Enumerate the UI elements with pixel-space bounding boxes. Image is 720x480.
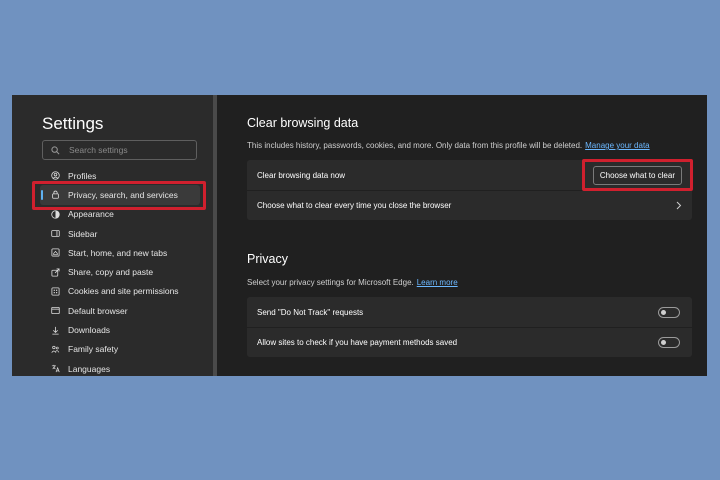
choose-clear-highlight-box	[582, 159, 693, 191]
privacy-heading: Privacy	[247, 252, 288, 266]
privacy-description: Select your privacy settings for Microso…	[247, 278, 458, 287]
clear-browsing-data-heading: Clear browsing data	[247, 116, 359, 130]
cookies-icon	[51, 287, 60, 296]
clear-data-description: This includes history, passwords, cookie…	[247, 141, 650, 150]
profile-icon	[51, 171, 60, 180]
sidebar-item-label: Appearance	[68, 209, 114, 220]
sidebar-item-label: Sidebar	[68, 228, 98, 239]
sidebar-icon	[51, 230, 60, 237]
sidebar-item-sidebar[interactable]: Sidebar	[40, 224, 200, 243]
clear-on-close-row[interactable]: Choose what to clear every time you clos…	[247, 190, 692, 220]
privacy-highlight-box	[32, 181, 206, 210]
sidebar-item-label: Share, copy and paste	[68, 267, 154, 278]
privacy-description-text: Select your privacy settings for Microso…	[247, 278, 414, 287]
languages-icon	[51, 365, 60, 373]
clear-data-now-label: Clear browsing data now	[257, 170, 346, 180]
sidebar-item-default-browser[interactable]: Default browser	[40, 301, 200, 320]
sidebar-item-languages[interactable]: Languages	[40, 359, 200, 376]
sidebar-item-label: Cookies and site permissions	[68, 286, 179, 297]
sidebar-item-share[interactable]: Share, copy and paste	[40, 262, 200, 281]
sidebar-item-label: Default browser	[68, 305, 128, 316]
payment-methods-row: Allow sites to check if you have payment…	[247, 327, 692, 357]
payment-methods-toggle[interactable]	[658, 337, 680, 348]
payment-methods-label: Allow sites to check if you have payment…	[257, 338, 458, 347]
chevron-right-icon	[676, 201, 682, 210]
do-not-track-toggle[interactable]	[658, 306, 680, 318]
sidebar-item-label: Family safety	[68, 344, 119, 355]
do-not-track-label: Send "Do Not Track" requests	[257, 307, 364, 317]
settings-title: Settings	[42, 114, 104, 133]
privacy-card: Send "Do Not Track" requests Allow sites…	[247, 297, 692, 357]
sidebar-item-label: Start, home, and new tabs	[68, 247, 168, 258]
search-box[interactable]	[42, 140, 197, 160]
browser-icon	[51, 307, 60, 315]
sidebar-item-cookies[interactable]: Cookies and site permissions	[40, 282, 200, 301]
sidebar-item-family-safety[interactable]: Family safety	[40, 340, 200, 359]
sidebar-item-label: Profiles	[68, 170, 97, 181]
manage-your-data-link[interactable]: Manage your data	[585, 141, 650, 150]
sidebar-item-label: Languages	[68, 363, 111, 374]
learn-more-link[interactable]: Learn more	[417, 278, 458, 287]
family-icon	[51, 345, 60, 353]
settings-window: Settings Profiles Privacy, search, and s…	[12, 95, 707, 376]
appearance-icon	[51, 210, 60, 219]
sidebar-item-start-home[interactable]: Start, home, and new tabs	[40, 243, 200, 262]
home-icon	[51, 248, 60, 257]
share-icon	[51, 268, 60, 277]
search-icon	[51, 145, 60, 154]
clear-data-description-text: This includes history, passwords, cookie…	[247, 141, 583, 150]
sidebar-divider[interactable]	[213, 95, 217, 376]
clear-on-close-label: Choose what to clear every time you clos…	[257, 201, 452, 210]
sidebar-item-label: Downloads	[68, 325, 111, 336]
search-input[interactable]	[69, 145, 189, 155]
sidebar-item-downloads[interactable]: Downloads	[40, 320, 200, 339]
settings-sidebar: Settings Profiles Privacy, search, and s…	[12, 95, 213, 376]
download-icon	[52, 326, 59, 335]
do-not-track-row: Send "Do Not Track" requests	[247, 297, 692, 327]
